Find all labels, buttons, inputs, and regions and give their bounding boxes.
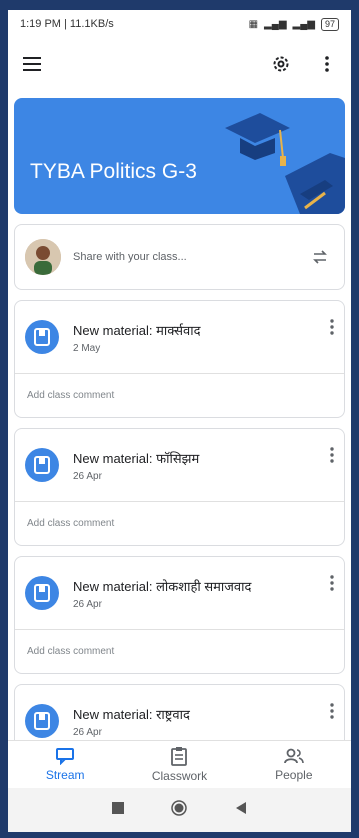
nav-stream-label: Stream — [45, 768, 85, 782]
post-more-icon[interactable] — [330, 447, 334, 468]
post-card[interactable]: New material: लोकशाही समाजवाद 26 Apr Add… — [14, 556, 345, 674]
nav-classwork[interactable]: Classwork — [129, 746, 229, 783]
post-title: New material: लोकशाही समाजवाद — [73, 578, 252, 594]
share-input[interactable]: Share with your class... — [73, 251, 306, 263]
more-vert-icon[interactable] — [313, 50, 341, 78]
post-title: New material: राष्ट्रवाद — [73, 706, 190, 722]
sim-icon: ▦ — [248, 18, 259, 30]
top-app-bar — [8, 38, 351, 90]
post-date: 26 Apr — [73, 470, 102, 482]
stream-content[interactable]: TYBA Politics G-3 Share with your class.… — [8, 90, 351, 740]
settings-icon[interactable] — [267, 50, 295, 78]
nav-people[interactable]: People — [244, 747, 344, 782]
people-icon — [283, 748, 304, 764]
post-date: 26 Apr — [73, 598, 102, 610]
add-comment-button[interactable]: Add class comment — [15, 501, 344, 545]
signal-icon-2: ▂▄▆ — [292, 18, 315, 30]
share-card[interactable]: Share with your class... — [14, 224, 345, 290]
post-card[interactable]: New material: राष्ट्रवाद 26 Apr — [14, 684, 345, 740]
post-card[interactable]: New material: मार्क्सवाद 2 May Add class… — [14, 300, 345, 418]
recent-apps-icon[interactable] — [111, 801, 124, 819]
material-icon — [25, 576, 59, 610]
add-comment-button[interactable]: Add class comment — [15, 629, 344, 673]
repost-icon[interactable] — [306, 243, 334, 271]
post-header[interactable]: New material: राष्ट्रवाद 26 Apr — [15, 685, 344, 740]
status-time: 1:19 PM | 11.1KB/s — [20, 18, 114, 30]
menu-icon[interactable] — [18, 50, 46, 78]
material-icon — [25, 704, 59, 738]
post-more-icon[interactable] — [330, 319, 334, 340]
material-icon — [25, 448, 59, 482]
add-comment-button[interactable]: Add class comment — [15, 373, 344, 417]
post-header[interactable]: New material: लोकशाही समाजवाद 26 Apr — [15, 557, 344, 629]
post-date: 26 Apr — [73, 726, 102, 738]
post-header[interactable]: New material: मार्क्सवाद 2 May — [15, 301, 344, 373]
class-title: TYBA Politics G-3 — [30, 160, 197, 183]
post-card[interactable]: New material: फॉसिझम 26 Apr Add class co… — [14, 428, 345, 546]
bottom-navigation: Stream Classwork People — [8, 740, 351, 788]
nav-people-label: People — [275, 768, 313, 782]
material-icon — [25, 320, 59, 354]
nav-stream[interactable]: Stream — [15, 747, 115, 782]
post-date: 2 May — [73, 342, 101, 354]
battery-icon: 97 — [320, 17, 339, 31]
post-header[interactable]: New material: फॉसिझम 26 Apr — [15, 429, 344, 501]
status-bar: 1:19 PM | 11.1KB/s ▦ ▂▄▆ ▂▄▆ 97 — [8, 10, 351, 38]
system-navigation-bar — [8, 788, 351, 832]
graduation-cap-illustration — [225, 113, 345, 214]
phone-screen: 1:19 PM | 11.1KB/s ▦ ▂▄▆ ▂▄▆ 97 TYBA Pol… — [8, 10, 351, 832]
post-more-icon[interactable] — [330, 575, 334, 596]
status-icons: ▦ ▂▄▆ ▂▄▆ 97 — [248, 17, 339, 31]
avatar — [25, 239, 61, 275]
post-more-icon[interactable] — [330, 703, 334, 724]
classwork-icon — [171, 747, 188, 766]
stream-icon — [56, 748, 75, 765]
nav-classwork-label: Classwork — [151, 769, 208, 783]
post-title: New material: फॉसिझम — [73, 450, 200, 466]
home-icon[interactable] — [171, 799, 188, 821]
signal-icon: ▂▄▆ — [264, 18, 287, 30]
back-icon[interactable] — [235, 801, 247, 820]
post-title: New material: मार्क्सवाद — [73, 322, 201, 338]
class-banner: TYBA Politics G-3 — [14, 98, 345, 214]
